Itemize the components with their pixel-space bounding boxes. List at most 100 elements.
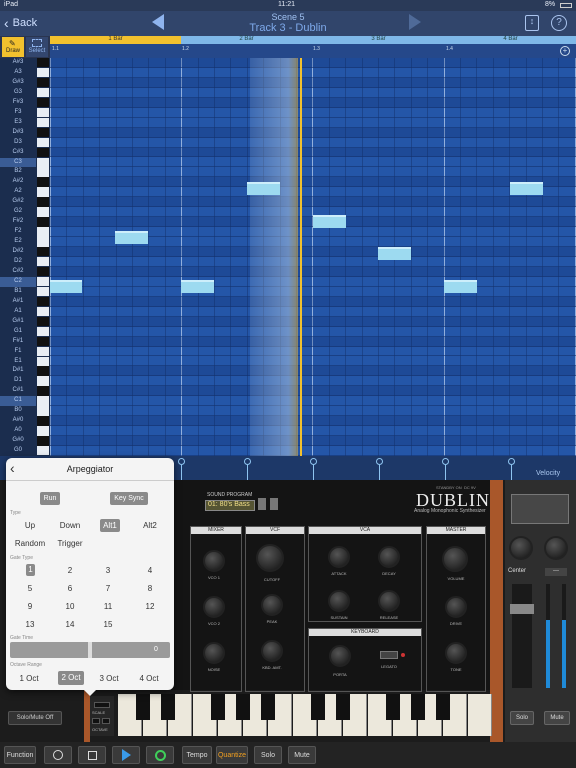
black-key[interactable]	[37, 296, 49, 307]
note[interactable]	[444, 280, 477, 293]
white-key[interactable]	[37, 406, 49, 416]
white-key[interactable]	[37, 257, 49, 267]
velocity-handle[interactable]	[244, 458, 251, 465]
mute-button[interactable]: Mute	[288, 746, 316, 764]
black-key[interactable]	[37, 217, 49, 227]
gate-option-12[interactable]: 12	[142, 602, 158, 611]
function-button[interactable]: Function	[4, 746, 36, 764]
type-option-random[interactable]: Random	[10, 539, 50, 548]
note[interactable]	[510, 182, 543, 195]
draw-tool-button[interactable]: ✎ Draw	[2, 37, 24, 57]
octave-option-4[interactable]: 4 Oct	[134, 674, 164, 683]
octave-down-button[interactable]	[92, 718, 100, 724]
white-key[interactable]	[37, 276, 49, 287]
velocity-handle[interactable]	[310, 458, 317, 465]
gate-option-13[interactable]: 13	[22, 620, 38, 629]
record-button[interactable]	[44, 746, 72, 764]
gate-option-3[interactable]: 3	[100, 566, 116, 575]
white-key[interactable]	[37, 187, 49, 197]
white-key[interactable]	[37, 137, 49, 148]
note[interactable]	[247, 182, 280, 195]
previous-track-icon[interactable]	[152, 14, 164, 30]
synth-white-key[interactable]	[468, 694, 492, 736]
piano-roll-grid[interactable]	[50, 58, 576, 456]
white-key[interactable]	[37, 396, 49, 406]
send-knob[interactable]	[544, 536, 568, 560]
synth-black-key[interactable]	[161, 694, 175, 720]
drive-knob[interactable]	[445, 596, 467, 618]
white-key[interactable]	[37, 306, 49, 317]
add-icon[interactable]: +	[560, 46, 570, 56]
loop-button[interactable]	[146, 746, 174, 764]
white-key[interactable]	[37, 67, 49, 78]
note[interactable]	[115, 231, 148, 244]
octave-option-2[interactable]: 2 Oct	[58, 671, 84, 685]
note[interactable]	[378, 247, 411, 260]
synth-black-key[interactable]	[336, 694, 350, 720]
gate-time-handle[interactable]	[88, 642, 92, 658]
tempo-button[interactable]: Tempo	[182, 746, 212, 764]
cutoff-knob[interactable]	[256, 544, 284, 572]
noise-knob[interactable]	[203, 642, 225, 664]
tone-knob[interactable]	[445, 642, 467, 664]
white-key[interactable]	[37, 237, 49, 247]
run-button[interactable]: Run	[40, 492, 60, 505]
strip-solo-button[interactable]: Solo	[510, 711, 534, 725]
play-button[interactable]	[112, 746, 140, 764]
black-key[interactable]	[37, 386, 49, 396]
program-down-button[interactable]	[258, 498, 266, 510]
synth-black-key[interactable]	[411, 694, 425, 720]
black-key[interactable]	[37, 316, 49, 327]
black-key[interactable]	[37, 147, 49, 157]
white-key[interactable]	[37, 207, 49, 217]
black-key[interactable]	[37, 177, 49, 187]
gate-option-6[interactable]: 6	[62, 584, 78, 593]
type-option-alt2[interactable]: Alt2	[134, 521, 166, 530]
white-key[interactable]	[37, 326, 49, 337]
white-key[interactable]	[37, 157, 49, 167]
gate-option-1[interactable]: 1	[26, 564, 35, 576]
gate-option-4[interactable]: 4	[142, 566, 158, 575]
gate-option-2[interactable]: 2	[62, 566, 78, 575]
decay-knob[interactable]	[378, 546, 400, 568]
type-option-alt1[interactable]: Alt1	[100, 519, 120, 532]
synth-black-key[interactable]	[311, 694, 325, 720]
note[interactable]	[50, 280, 82, 293]
black-key[interactable]	[37, 266, 49, 277]
synth-thumbnail[interactable]	[511, 494, 569, 524]
pan-knob[interactable]	[509, 536, 533, 560]
volume-knob[interactable]	[442, 546, 468, 572]
white-key[interactable]	[37, 356, 49, 366]
quantize-button[interactable]: Quantize	[216, 746, 248, 764]
black-key[interactable]	[37, 436, 49, 446]
black-key[interactable]	[37, 366, 49, 376]
white-key[interactable]	[37, 107, 49, 118]
synth-black-key[interactable]	[386, 694, 400, 720]
velocity-handle[interactable]	[442, 458, 449, 465]
white-key[interactable]	[37, 446, 49, 456]
gate-option-15[interactable]: 15	[100, 620, 116, 629]
key-sync-button[interactable]: Key Sync	[110, 492, 148, 505]
gate-option-9[interactable]: 9	[22, 602, 38, 611]
octave-option-1[interactable]: 1 Oct	[14, 674, 44, 683]
black-key[interactable]	[37, 197, 49, 207]
black-key[interactable]	[37, 247, 49, 257]
playhead[interactable]	[300, 58, 302, 456]
resize-icon[interactable]: ↕	[525, 15, 539, 31]
next-track-icon[interactable]	[409, 14, 421, 30]
white-key[interactable]	[37, 426, 49, 436]
select-tool-button[interactable]: Select	[26, 37, 48, 57]
synth-black-key[interactable]	[236, 694, 250, 720]
white-key[interactable]	[37, 87, 49, 98]
white-key[interactable]	[37, 346, 49, 356]
vco1-knob[interactable]	[203, 550, 225, 572]
volume-fader-track[interactable]	[512, 584, 532, 688]
sustain-knob[interactable]	[328, 590, 350, 612]
volume-fader-handle[interactable]	[510, 604, 534, 614]
strip-mute-button[interactable]: Mute	[544, 711, 570, 725]
velocity-handle[interactable]	[376, 458, 383, 465]
gate-option-5[interactable]: 5	[22, 584, 38, 593]
gate-option-7[interactable]: 7	[100, 584, 116, 593]
stop-button[interactable]	[78, 746, 106, 764]
white-key[interactable]	[37, 376, 49, 386]
